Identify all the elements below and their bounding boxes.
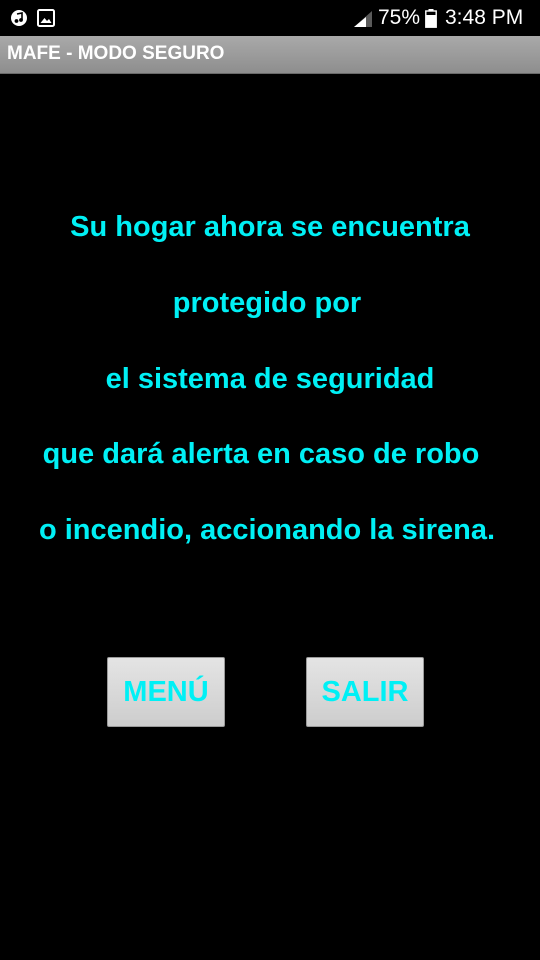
- app-title: MAFE - MODO SEGURO: [7, 43, 225, 64]
- status-bar: 75% 3:48 PM: [0, 0, 540, 36]
- message-line: protegido por: [172, 287, 362, 319]
- image-icon: [37, 9, 55, 27]
- title-bar: MAFE - MODO SEGURO: [0, 36, 540, 74]
- battery-percent: 75%: [378, 6, 421, 29]
- message-line: o incendio, accionando la sirena.: [38, 514, 496, 546]
- battery-icon: [425, 9, 437, 28]
- exit-button[interactable]: SALIR: [306, 657, 424, 727]
- message-line: que dará alerta en caso de robo: [42, 438, 480, 470]
- clock: 3:48 PM: [445, 6, 524, 29]
- screen: 75% 3:48 PM MAFE - MODO SEGURO Su hogar …: [0, 0, 540, 960]
- message-line: Su hogar ahora se encuentra: [70, 211, 470, 243]
- message-line: el sistema de seguridad: [105, 363, 435, 395]
- music-icon: [11, 10, 27, 26]
- signal-icon: [354, 11, 372, 27]
- menu-button[interactable]: MENÚ: [107, 657, 225, 727]
